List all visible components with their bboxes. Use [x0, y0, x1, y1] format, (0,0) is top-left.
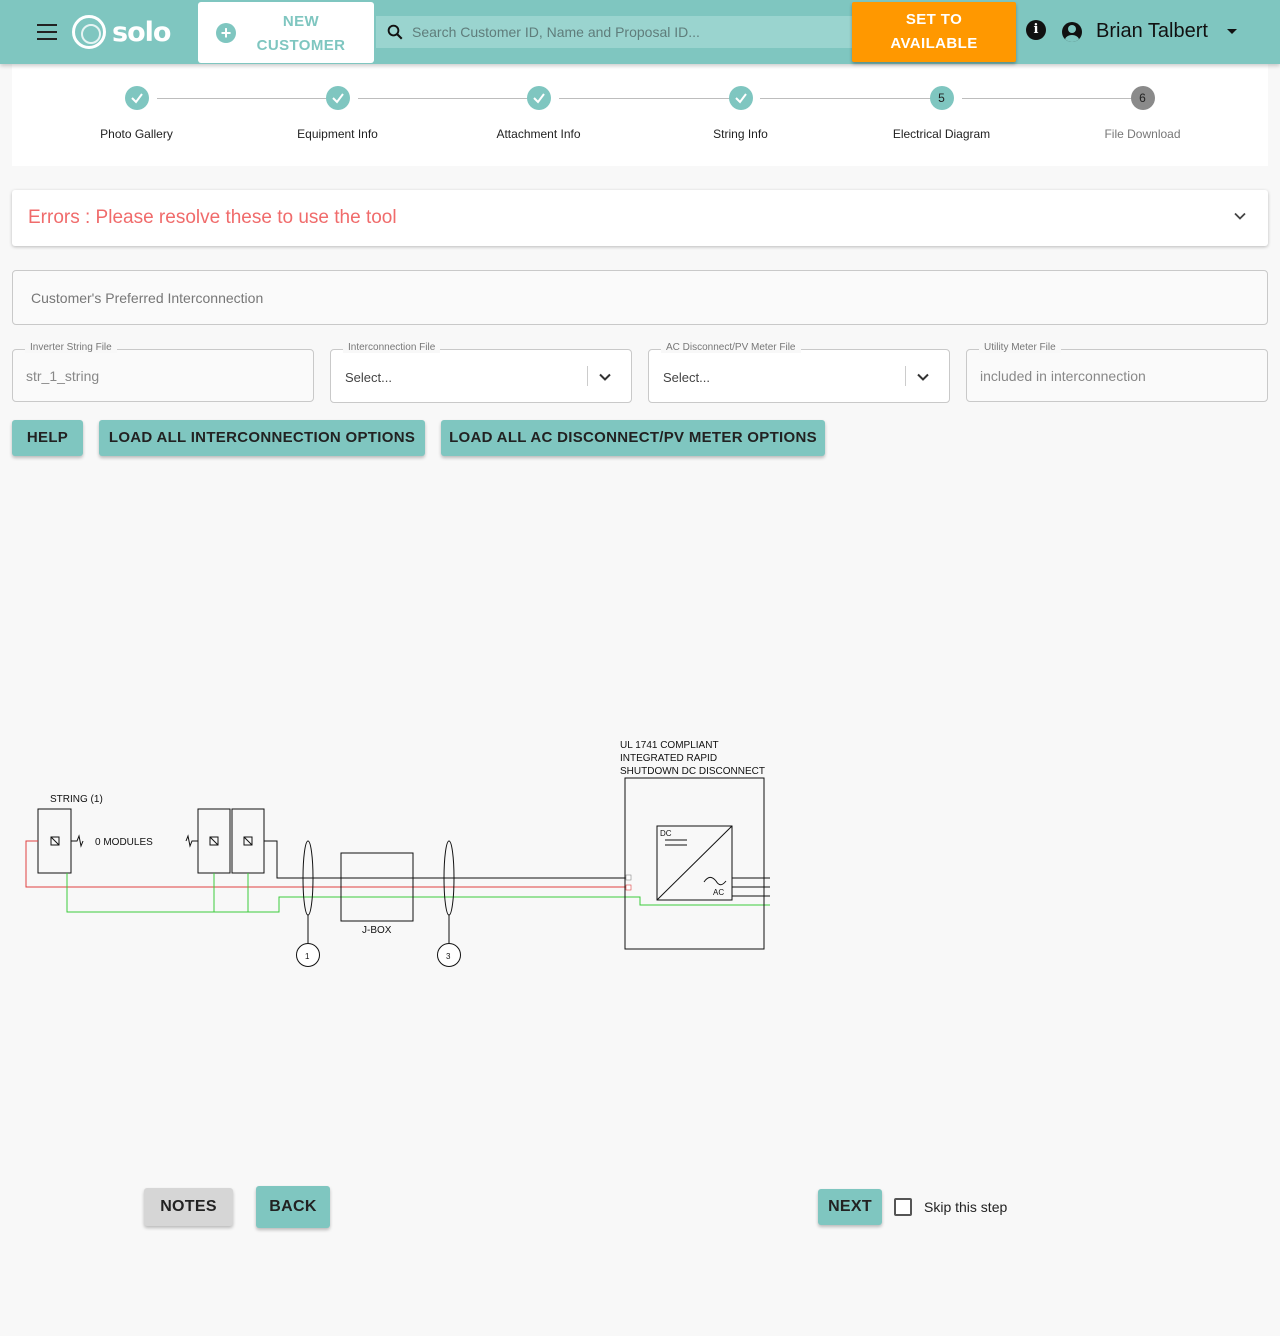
break-symbol: [71, 834, 84, 848]
new-customer-button[interactable]: + NEW CUSTOMER: [198, 2, 374, 63]
available-label-line2: AVAILABLE: [890, 35, 978, 52]
chevron-down-icon[interactable]: [917, 371, 929, 383]
progress-stepper: Photo Gallery Equipment Info Attachment …: [12, 64, 1268, 166]
solo-logo[interactable]: solo: [72, 14, 171, 50]
step-label: Photo Gallery: [100, 127, 173, 141]
select-value: Select...: [345, 370, 392, 385]
string-label: STRING (1): [50, 794, 103, 805]
select-value: Select...: [663, 370, 710, 385]
step-electrical-diagram[interactable]: 5 Electrical Diagram: [841, 86, 1042, 141]
step-string-info[interactable]: String Info: [640, 86, 841, 141]
electrical-diagram: STRING (1) 0 MODULES 1 J-BOX 3 UL 1741 C…: [25, 740, 770, 967]
field-value: included in interconnection: [980, 368, 1146, 384]
chevron-down-icon[interactable]: [1234, 210, 1246, 222]
search-bar: [376, 16, 852, 48]
new-customer-label: NEW CUSTOMER: [256, 10, 346, 58]
pv-module: [231, 808, 265, 874]
select-divider: [587, 366, 588, 386]
step-number: 6: [1130, 86, 1155, 110]
load-ac-disconnect-options-button[interactable]: LOAD ALL AC DISCONNECT/PV METER OPTIONS: [441, 420, 825, 456]
step-label: Equipment Info: [297, 127, 378, 141]
interconnection-file-select[interactable]: Interconnection File Select...: [330, 342, 632, 403]
dc-label: DC: [660, 829, 672, 838]
step-attachment-info[interactable]: Attachment Info: [438, 86, 639, 141]
field-value: str_1_string: [26, 368, 100, 384]
skip-step-label[interactable]: Skip this step: [924, 1199, 1007, 1215]
step-equipment-info[interactable]: Equipment Info: [237, 86, 438, 141]
hamburger-menu-icon[interactable]: [37, 24, 57, 40]
caret-down-icon[interactable]: [1227, 29, 1237, 34]
new-customer-label-line1: NEW: [282, 13, 320, 30]
check-icon: [526, 86, 551, 110]
inverter-string-file-field[interactable]: Inverter String File str_1_string: [12, 342, 314, 402]
j-box-label: J-BOX: [362, 925, 392, 936]
step-number: 5: [929, 86, 954, 110]
step-label: Attachment Info: [496, 127, 581, 141]
logo-swirl-icon: [72, 15, 106, 49]
conduit-marker-3-label: 3: [446, 952, 451, 961]
help-button[interactable]: HELP: [12, 420, 83, 456]
search-input[interactable]: [412, 16, 842, 48]
field-label: Utility Meter File: [979, 342, 1061, 353]
account-circle-icon[interactable]: [1062, 22, 1082, 42]
inverter-title-line1: UL 1741 COMPLIANT: [620, 740, 719, 751]
info-icon[interactable]: i: [1026, 20, 1046, 40]
step-label: String Info: [713, 127, 768, 141]
back-button[interactable]: BACK: [256, 1186, 330, 1228]
preferred-interconnection-field[interactable]: Customer's Preferred Interconnection: [12, 270, 1268, 325]
logo-text: solo: [112, 16, 171, 48]
step-photo-gallery[interactable]: Photo Gallery: [36, 86, 237, 141]
field-label: AC Disconnect/PV Meter File: [661, 342, 801, 353]
step-file-download[interactable]: 6 File Download: [1042, 86, 1243, 141]
utility-meter-file-field[interactable]: Utility Meter File included in interconn…: [966, 342, 1268, 402]
plus-circle-icon: +: [216, 23, 236, 43]
negative-wire: [264, 840, 630, 879]
inverter-title-line2: INTEGRATED RAPID: [620, 753, 717, 764]
check-icon: [325, 86, 350, 110]
chevron-down-icon[interactable]: [599, 371, 611, 383]
modules-label: 0 MODULES: [95, 837, 153, 848]
inverter-title-line3: SHUTDOWN DC DISCONNECT: [620, 766, 765, 777]
check-icon: [124, 86, 149, 110]
pv-module: [197, 808, 231, 874]
pv-module: [37, 808, 72, 874]
conduit-marker-1-label: 1: [305, 952, 310, 961]
ac-label: AC: [713, 888, 724, 897]
preferred-interconnection-placeholder: Customer's Preferred Interconnection: [31, 290, 264, 306]
new-customer-label-line2: CUSTOMER: [256, 37, 346, 54]
notes-button[interactable]: NOTES: [144, 1188, 233, 1226]
ac-disconnect-file-select[interactable]: AC Disconnect/PV Meter File Select...: [648, 342, 950, 403]
select-divider: [905, 366, 906, 386]
check-icon: [728, 86, 753, 110]
errors-expansion-panel[interactable]: Errors : Please resolve these to use the…: [12, 190, 1268, 246]
next-button[interactable]: NEXT: [818, 1189, 882, 1225]
step-label: File Download: [1104, 127, 1181, 141]
set-to-available-button[interactable]: SET TO AVAILABLE: [852, 2, 1016, 62]
errors-title: Errors : Please resolve these to use the…: [28, 207, 397, 228]
user-name[interactable]: Brian Talbert: [1096, 20, 1208, 43]
break-symbol: [185, 834, 198, 848]
available-label-line1: SET TO: [905, 11, 963, 28]
step-label: Electrical Diagram: [892, 127, 991, 141]
top-app-bar: solo + NEW CUSTOMER SET TO AVAILABLE i B…: [0, 0, 1280, 64]
field-label: Inverter String File: [25, 342, 117, 353]
field-label: Interconnection File: [343, 342, 441, 353]
search-icon: [387, 24, 403, 40]
load-interconnection-options-button[interactable]: LOAD ALL INTERCONNECTION OPTIONS: [99, 420, 425, 456]
skip-step-checkbox[interactable]: [894, 1198, 912, 1216]
